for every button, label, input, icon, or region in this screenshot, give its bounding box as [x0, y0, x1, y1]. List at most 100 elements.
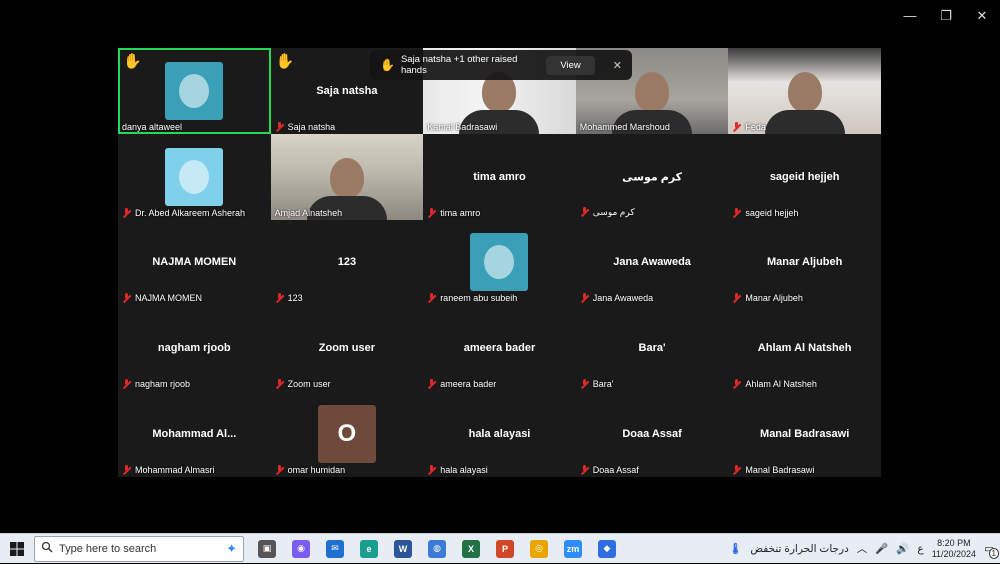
participant-tile[interactable]: Amjad Alnatsheh: [270, 133, 424, 220]
participant-tile[interactable]: كرم موسى كرم موسى: [575, 133, 729, 220]
close-icon[interactable]: ✕: [613, 59, 622, 72]
participant-name-tag: Kamal Badrasawi: [427, 122, 497, 132]
close-button[interactable]: ✕: [964, 6, 1000, 26]
minimize-button[interactable]: —: [892, 6, 928, 26]
raised-hand-icon: ✋: [380, 58, 395, 72]
taskbar-chrome-button[interactable]: ◎: [524, 534, 554, 564]
taskbar-task-view-button[interactable]: ▣: [252, 534, 282, 564]
participant-name: tima amro: [440, 207, 481, 218]
participant-name: hala alayasi: [440, 464, 488, 475]
task-view-icon: ▣: [258, 539, 276, 558]
participant-name: Jana Awaweda: [592, 293, 654, 304]
participant-name-tag: Mohammad Almasri: [122, 464, 215, 475]
taskbar-edge-button[interactable]: e: [354, 534, 384, 564]
chevron-up-icon[interactable]: ︿: [857, 541, 868, 556]
muted-mic-icon: [580, 379, 589, 389]
taskbar-powerpoint-button[interactable]: P: [490, 534, 520, 564]
participant-tile[interactable]: 123 123: [270, 219, 424, 306]
participant-tile[interactable]: Doaa Assaf Doaa Assaf: [575, 391, 729, 477]
maximize-button[interactable]: ❐: [928, 6, 964, 26]
participant-name: Manar Aljubeh: [745, 293, 803, 304]
participant-name: Ahlam Al Natsheh: [745, 379, 817, 390]
participant-tile[interactable]: NAJMA MOMEN NAJMA MOMEN: [118, 219, 271, 306]
participant-name-tag: ameera bader: [427, 379, 496, 389]
participant-name-tag: tima amro: [427, 207, 481, 218]
start-button[interactable]: [0, 534, 34, 564]
participant-display-name: Manar Aljubeh: [766, 256, 843, 269]
participant-tile[interactable]: raneem abu subeih: [423, 219, 576, 306]
edge-icon: e: [360, 539, 378, 558]
profile-picture: [165, 147, 224, 206]
participant-tile[interactable]: nagham rjoob nagham rjoob: [118, 305, 271, 392]
participant-name: Mohammad Almasri: [135, 464, 215, 475]
taskbar-word-button[interactable]: W: [388, 534, 418, 564]
participant-name-tag: nagham rjoob: [122, 379, 190, 389]
clock-time: 8:20 PM: [937, 537, 971, 548]
muted-mic-icon: [580, 207, 589, 217]
clock[interactable]: 8:20 PM 11/20/2024: [932, 538, 976, 560]
zoom-window: — ❐ ✕ ✋ danya altaweel Saja natsha ✋ Saja na…: [0, 0, 1000, 533]
participant-tile[interactable]: Zoom user Zoom user: [270, 305, 424, 392]
excel-icon: X: [462, 539, 480, 558]
taskbar-photos-button[interactable]: ◍: [422, 534, 452, 564]
participant-display-name: tima amro: [473, 170, 526, 183]
raised-hands-banner: ✋ Saja natsha +1 other raised hands View…: [370, 50, 632, 80]
taskbar-mail-button[interactable]: ✉: [320, 534, 350, 564]
participant-tile[interactable]: tima amro tima amro: [423, 133, 576, 220]
participant-name: nagham rjoob: [135, 379, 191, 390]
speaker-icon[interactable]: 🔊: [896, 542, 909, 555]
muted-mic-icon: [122, 464, 131, 475]
taskbar-app-button[interactable]: ◆: [592, 534, 622, 564]
taskbar-excel-button[interactable]: X: [456, 534, 486, 564]
windows-icon: [10, 541, 24, 556]
participant-name-tag: Manar Aljubeh: [732, 293, 803, 303]
participant-tile[interactable]: hala alayasi hala alayasi: [423, 391, 576, 477]
participant-tile[interactable]: Oomar humidan: [270, 391, 424, 477]
participant-display-name: Jana Awaweda: [613, 256, 691, 269]
participant-tile[interactable]: Dr. Abed Alkareem Asherah: [118, 133, 271, 220]
participant-name: Mohammed Marshoud: [579, 121, 670, 132]
chrome-icon: ◎: [530, 539, 548, 558]
zoom-icon: zm: [564, 539, 582, 558]
participant-name: ameera bader: [440, 379, 497, 390]
weather-text[interactable]: درجات الحرارة تنخفض: [750, 543, 848, 555]
muted-mic-icon: [580, 464, 589, 475]
participant-name-tag: sageid hejjeh: [732, 207, 798, 218]
participant-tile[interactable]: sageid hejjeh sageid hejjeh: [728, 133, 881, 220]
participant-name: Doaa Assaf: [592, 464, 639, 475]
taskbar-zoom-button[interactable]: zm: [558, 534, 588, 564]
muted-mic-icon: [427, 207, 436, 218]
participant-tile[interactable]: Manar Aljubeh Manar Aljubeh: [728, 219, 881, 306]
language-indicator[interactable]: ع: [917, 543, 923, 555]
search-box[interactable]: Type here to search ✦: [34, 535, 244, 562]
participant-name: Saja natsha: [287, 121, 336, 132]
participant-tile[interactable]: Bara' Bara': [575, 305, 729, 392]
participant-name-tag: Doaa Assaf: [580, 464, 639, 475]
participant-tile[interactable]: Jana Awaweda Jana Awaweda: [575, 219, 729, 306]
muted-mic-icon: [427, 293, 436, 303]
participant-tile[interactable]: Feda: [728, 48, 881, 134]
photos-icon: ◍: [428, 539, 446, 558]
system-tray: 🌡 درجات الحرارة تنخفض ︿ 🎤 🔊 ع 8:20 PM 11…: [729, 538, 1000, 560]
participant-name: Feda: [745, 121, 766, 132]
participant-tile[interactable]: Ahlam Al Natsheh Ahlam Al Natsheh: [728, 305, 881, 392]
notification-badge: 1: [988, 547, 999, 559]
taskbar-copilot-button[interactable]: ◉: [286, 534, 316, 564]
participant-display-name: كرم موسى: [622, 171, 683, 184]
muted-mic-icon: [732, 464, 741, 475]
muted-mic-icon: [427, 464, 436, 475]
view-button[interactable]: View: [546, 55, 595, 75]
notification-icon[interactable]: ▭ 1: [984, 543, 999, 559]
participant-tile[interactable]: Manal Badrasawi Manal Badrasawi: [728, 391, 881, 477]
participant-display-name: Mohammad Al...: [152, 428, 237, 441]
participant-name-tag: omar humidan: [275, 464, 345, 475]
participant-tile[interactable]: ameera bader ameera bader: [423, 305, 576, 392]
participant-name-tag: Dr. Abed Alkareem Asherah: [122, 207, 245, 218]
participant-tile[interactable]: Mohammad Al... Mohammad Almasri: [118, 391, 271, 477]
profile-picture: [165, 61, 224, 120]
participant-tile[interactable]: ✋ danya altaweel: [118, 48, 271, 134]
muted-mic-icon: [732, 379, 741, 389]
microphone-icon[interactable]: 🎤: [875, 542, 888, 555]
raised-hand-icon: ✋: [123, 53, 142, 70]
participant-name: Zoom user: [287, 379, 331, 390]
